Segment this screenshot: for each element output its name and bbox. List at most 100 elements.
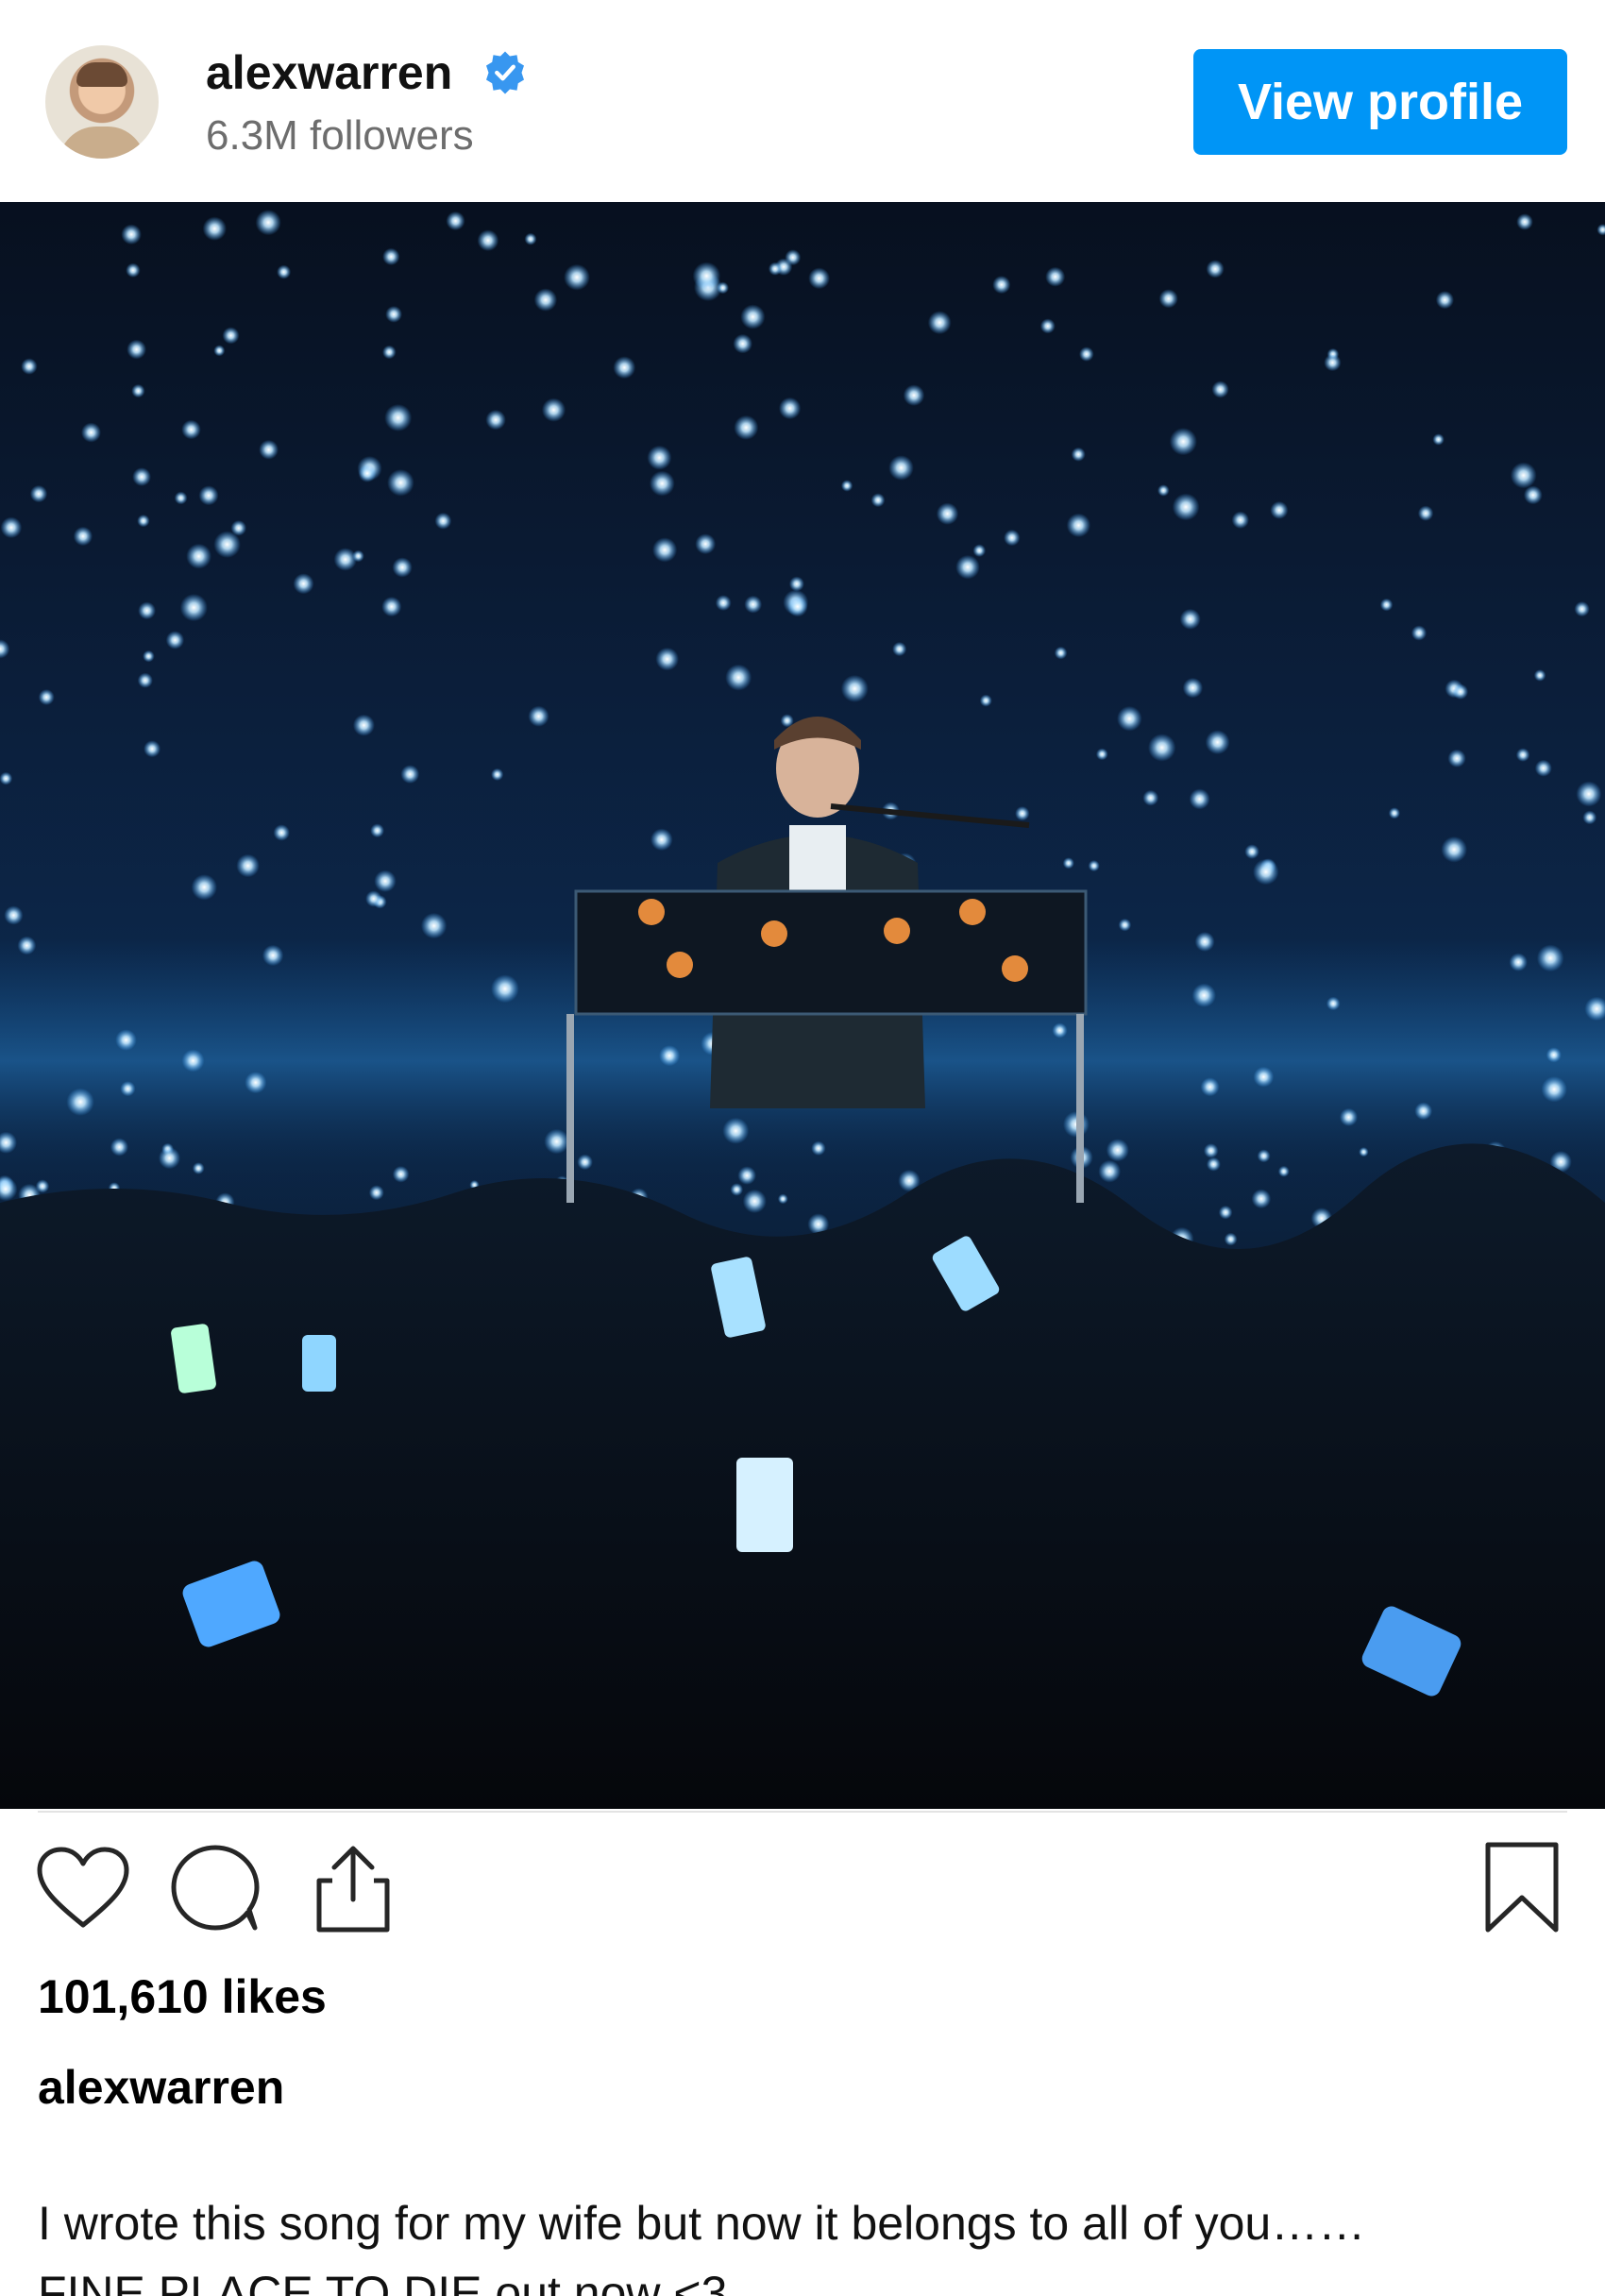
phone-light — [888, 455, 914, 481]
like-button[interactable] — [34, 1841, 132, 1935]
phone-light — [365, 890, 382, 907]
phone-light — [385, 306, 402, 323]
phone-light — [650, 828, 673, 852]
phone-light — [144, 740, 161, 758]
phone-light — [485, 410, 506, 430]
verified-badge-icon — [486, 51, 524, 94]
phone-light — [277, 264, 292, 279]
save-button[interactable] — [1473, 1841, 1571, 1935]
phone-light — [1533, 669, 1546, 682]
phone-light — [1574, 601, 1590, 617]
phone-light — [892, 641, 907, 657]
like-count[interactable]: 101,610 likes — [38, 1964, 327, 2030]
phone-light — [179, 594, 208, 622]
phone-light — [577, 1154, 593, 1171]
phone-light — [352, 549, 364, 563]
phone-light — [1441, 836, 1467, 863]
phone-light — [0, 516, 23, 539]
phone-light — [1414, 1102, 1433, 1121]
phone-light — [1169, 428, 1197, 456]
phone-light — [786, 596, 808, 617]
phone-light — [1189, 788, 1210, 810]
share-button[interactable] — [304, 1841, 402, 1935]
phone-light — [446, 211, 465, 231]
phone-light — [1452, 684, 1469, 700]
phone-light — [73, 526, 93, 547]
phone-light — [293, 573, 314, 595]
phone-light — [1388, 807, 1400, 819]
phone-light — [808, 267, 830, 290]
username[interactable]: alexwarren — [206, 42, 452, 104]
phone-light — [191, 874, 217, 901]
caption-line-2: FINE PLACE TO DIE out now <3 — [38, 2267, 728, 2296]
phone-light — [1191, 983, 1217, 1007]
phone-light — [137, 515, 150, 528]
phone-light — [132, 467, 152, 486]
phone-light — [230, 520, 247, 536]
comment-button[interactable] — [166, 1841, 264, 1935]
phone-light — [544, 1128, 569, 1155]
phone-light — [202, 216, 227, 241]
phone-light — [1194, 932, 1215, 952]
phone-light — [273, 824, 290, 841]
phone-light — [120, 1081, 136, 1097]
phone-light — [695, 533, 717, 555]
phone-light — [1200, 1077, 1220, 1097]
phone-light — [1098, 1159, 1122, 1183]
follower-count: 6.3M followers — [206, 112, 474, 159]
phone-light — [1039, 318, 1056, 334]
phone-light — [1054, 646, 1068, 660]
phone-light — [1218, 1205, 1233, 1220]
phone-light — [730, 1183, 744, 1196]
phone-light — [1417, 505, 1434, 521]
view-profile-button[interactable]: View profile — [1193, 49, 1567, 155]
phone-light — [1253, 858, 1279, 886]
phone-light — [127, 339, 147, 360]
phone-light — [1088, 860, 1100, 872]
phone-light — [744, 595, 763, 614]
phone-light — [192, 1162, 205, 1174]
phone-light — [1576, 781, 1602, 807]
phone-light — [564, 263, 590, 291]
phone-light — [1052, 1022, 1068, 1038]
phone-light — [236, 853, 260, 878]
phone-light — [659, 1045, 681, 1067]
phone-light — [652, 537, 678, 563]
phone-light — [1066, 513, 1091, 538]
phone-light — [138, 601, 157, 620]
post-image[interactable] — [0, 202, 1605, 1809]
phone-light — [434, 512, 452, 530]
concert-photo — [0, 210, 1605, 1809]
phone-light — [121, 224, 142, 245]
phone-light — [262, 944, 284, 967]
phone-light — [477, 229, 499, 252]
phone-light — [245, 1072, 267, 1094]
phone-light — [1172, 493, 1200, 521]
phone-light — [992, 276, 1011, 295]
phone-light — [1206, 260, 1225, 279]
phone-light — [777, 1193, 788, 1205]
avatar[interactable] — [45, 45, 159, 159]
phone-light — [927, 311, 952, 335]
phone-light — [143, 650, 155, 663]
phone-light — [4, 905, 24, 925]
phone-light — [213, 345, 226, 357]
phone-light — [158, 1147, 181, 1170]
phone-light — [1270, 500, 1289, 519]
phone-light — [1509, 953, 1528, 971]
phone-light — [742, 1189, 767, 1213]
phone-light — [222, 327, 240, 345]
phone-light — [528, 705, 549, 727]
phone-light — [381, 597, 402, 617]
phone-light — [1203, 1143, 1219, 1158]
phone-light — [1257, 1149, 1271, 1163]
phone-light — [524, 232, 537, 245]
phone-light — [358, 464, 377, 482]
phone-light — [1536, 944, 1564, 972]
caption-line-1: I wrote this song for my wife but now it… — [38, 2197, 1366, 2250]
phone-light — [1379, 598, 1394, 612]
phone-light — [491, 974, 519, 1004]
caption-username[interactable]: alexwarren — [38, 2054, 284, 2120]
phone-light — [1516, 213, 1533, 230]
phone-light — [491, 768, 504, 782]
